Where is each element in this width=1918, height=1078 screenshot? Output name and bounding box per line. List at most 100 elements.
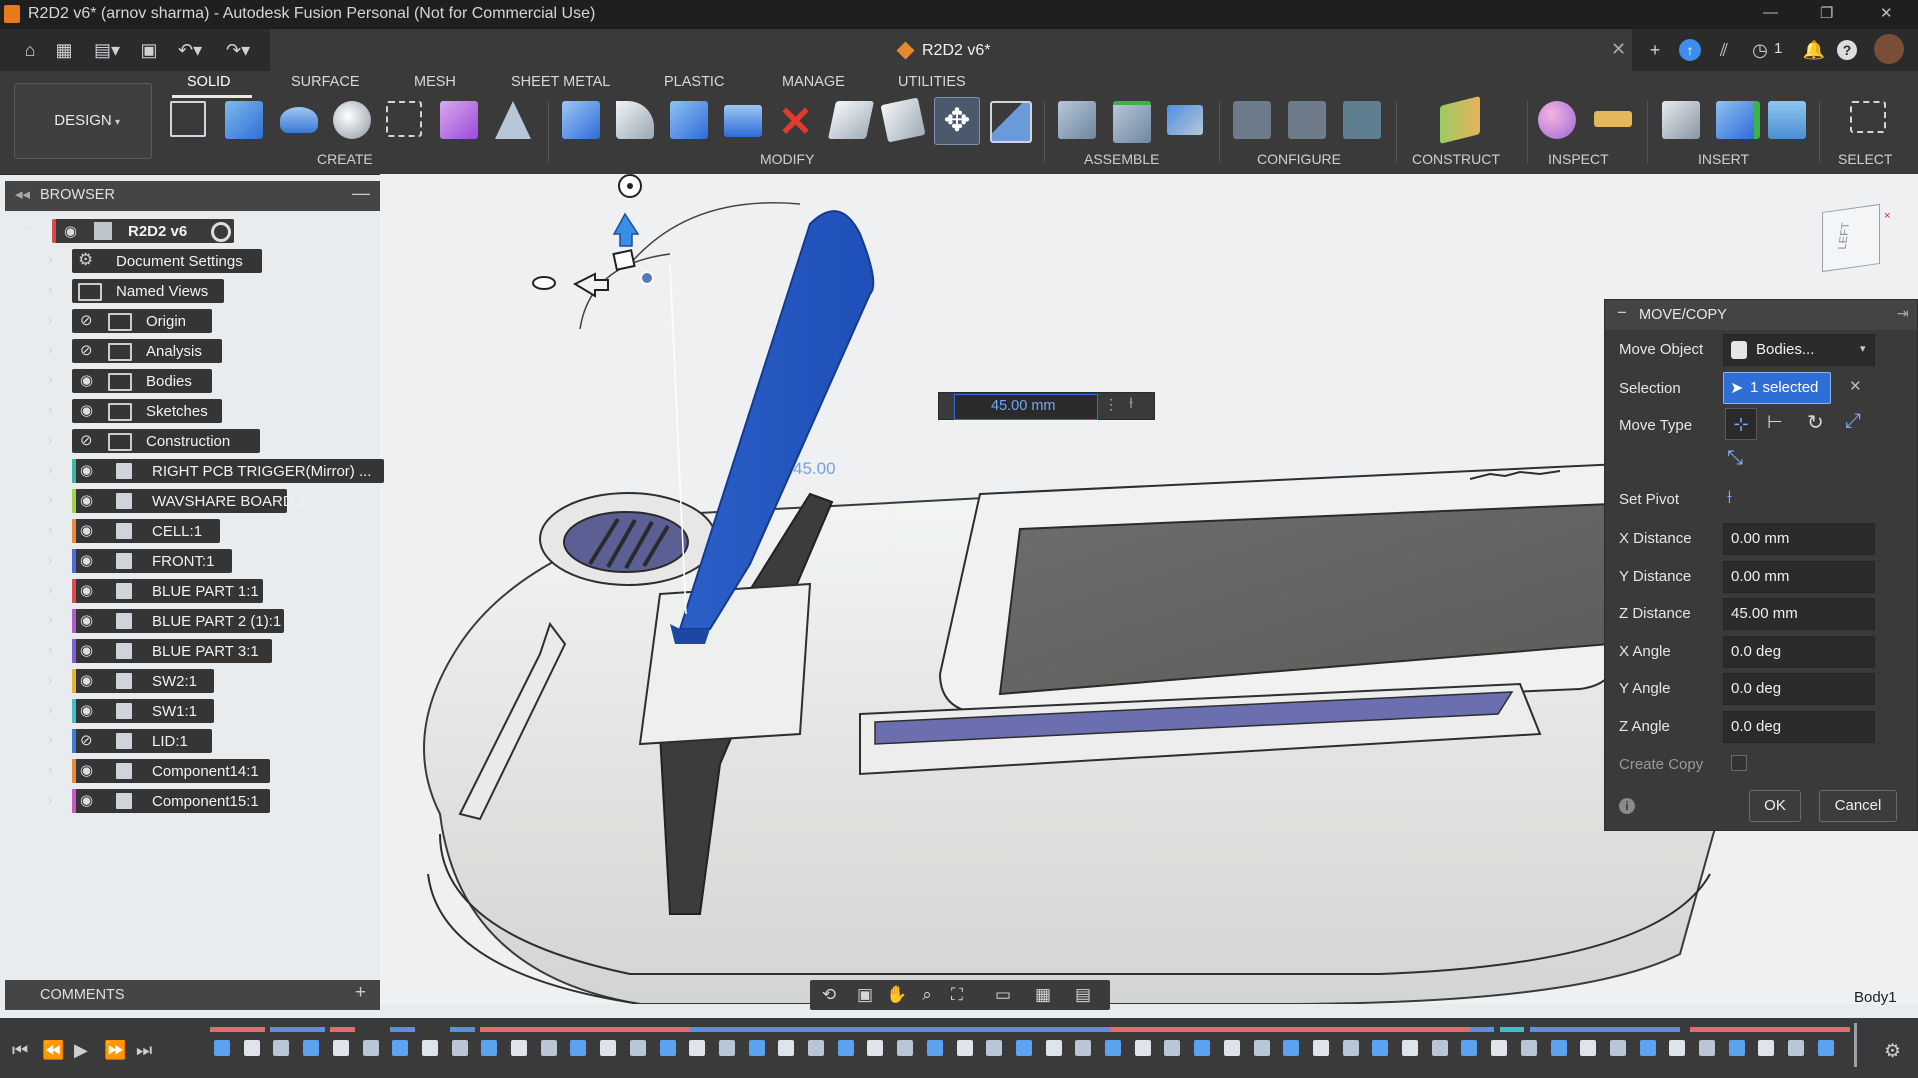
minimize-panel-icon[interactable]: — xyxy=(352,183,370,204)
dialog-field-input[interactable]: 0.0 deg xyxy=(1723,673,1875,705)
eye-icon[interactable]: ◉ xyxy=(80,701,93,719)
chevron-right-icon[interactable]: › xyxy=(48,251,53,267)
chevron-right-icon[interactable]: › xyxy=(48,281,53,297)
eye-icon[interactable]: ◉ xyxy=(80,491,93,509)
browser-tree-row[interactable]: › ◉ SW2:1 xyxy=(0,666,390,696)
timeline-feature-icon[interactable] xyxy=(689,1040,706,1056)
browser-tree-row[interactable]: › ◉ Sketches xyxy=(0,396,390,426)
timeline-feature-icon[interactable] xyxy=(1223,1040,1240,1056)
info-icon[interactable]: i xyxy=(1619,798,1635,814)
translate-icon[interactable]: ⊢ xyxy=(1767,412,1783,433)
browser-tree-row[interactable]: › ◉ BLUE PART 2 (1):1 xyxy=(0,606,390,636)
browser-node[interactable]: ◉ Bodies xyxy=(72,369,212,393)
data-panel-grid-icon[interactable]: ▦ xyxy=(52,38,76,62)
timeline-feature-icon[interactable] xyxy=(1283,1040,1300,1056)
comments-panel[interactable]: COMMENTS + xyxy=(5,980,380,1010)
tab-surface[interactable]: SURFACE xyxy=(291,74,360,90)
browser-tree-row[interactable]: › ⊘ Origin xyxy=(0,306,390,336)
timeline-feature-icon[interactable] xyxy=(1342,1040,1359,1056)
timeline-feature-icon[interactable] xyxy=(926,1040,943,1056)
eye-icon[interactable]: ◉ xyxy=(80,401,93,419)
eye-icon[interactable]: ◉ xyxy=(80,461,93,479)
split-body-icon[interactable] xyxy=(880,97,926,143)
ok-button[interactable]: OK xyxy=(1749,790,1801,822)
help-icon[interactable]: ? xyxy=(1837,40,1857,60)
assemble-menu[interactable]: ASSEMBLE xyxy=(1084,151,1159,167)
browser-tree-row[interactable]: › Named Views xyxy=(0,276,390,306)
eye-icon[interactable]: ◉ xyxy=(80,611,93,629)
timeline-feature-icon[interactable] xyxy=(214,1040,230,1056)
timeline-feature-icon[interactable] xyxy=(1609,1040,1626,1056)
move-copy-icon[interactable]: ✥ xyxy=(934,97,980,145)
clear-selection-icon[interactable]: ✕ xyxy=(1849,377,1862,395)
eye-icon[interactable]: ◉ xyxy=(80,521,93,539)
create-copy-checkbox[interactable] xyxy=(1731,755,1747,771)
timeline-feature-icon[interactable] xyxy=(1075,1040,1092,1056)
dialog-field-input[interactable]: 0.0 deg xyxy=(1723,635,1875,668)
browser-node[interactable]: ◉ FRONT:1 xyxy=(72,549,232,573)
fillet-icon[interactable] xyxy=(616,101,654,139)
chevron-right-icon[interactable]: › xyxy=(48,371,53,387)
dialog-field-input[interactable]: 45.00 mm xyxy=(1723,598,1875,630)
tab-utilities[interactable]: UTILITIES xyxy=(898,74,966,90)
eye-icon[interactable]: ◉ xyxy=(80,641,93,659)
browser-tree-row[interactable]: › ◉ CELL:1 xyxy=(0,516,390,546)
split-face-icon[interactable] xyxy=(827,101,875,139)
timeline-feature-icon[interactable] xyxy=(1639,1040,1656,1056)
timeline-feature-icon[interactable] xyxy=(1431,1040,1448,1056)
new-tab-plus-icon[interactable]: + xyxy=(1643,38,1667,62)
document-tab[interactable]: R2D2 v6* ✕ xyxy=(270,29,1632,71)
measure-icon[interactable] xyxy=(1594,111,1632,127)
browser-node[interactable]: Named Views xyxy=(72,279,224,303)
browser-tree-row[interactable]: › ◉ BLUE PART 3:1 xyxy=(0,636,390,666)
timeline-feature-icon[interactable] xyxy=(1164,1040,1181,1056)
dialog-field-input[interactable]: 0.0 deg xyxy=(1723,710,1875,743)
browser-tree-row[interactable]: › ◉ WAVSHARE BOARD:1 xyxy=(0,486,390,516)
timeline-feature-icon[interactable] xyxy=(243,1040,260,1056)
look-at-icon[interactable]: ▣ xyxy=(854,984,876,1006)
pattern-icon[interactable] xyxy=(386,101,422,137)
grid-snaps-icon[interactable]: ▦ xyxy=(1032,984,1054,1006)
insert-mesh-icon[interactable] xyxy=(1716,101,1760,139)
root-node[interactable]: ◉ R2D2 v6 xyxy=(52,219,234,243)
new-component-icon[interactable] xyxy=(1058,101,1096,139)
orbit-icon[interactable]: ⟲ xyxy=(818,984,840,1006)
timeline-feature-icon[interactable] xyxy=(600,1040,617,1056)
chevron-right-icon[interactable]: › xyxy=(48,611,53,627)
chevron-right-icon[interactable]: › xyxy=(48,401,53,417)
timeline-feature-icon[interactable] xyxy=(1580,1040,1597,1056)
browser-node[interactable]: ◉ BLUE PART 1:1 xyxy=(72,579,263,603)
delete-x-icon[interactable]: ✕ xyxy=(778,97,813,146)
timeline-feature-icon[interactable] xyxy=(718,1040,735,1056)
timeline-feature-icon[interactable] xyxy=(570,1040,587,1056)
timeline-feature-icon[interactable] xyxy=(451,1040,468,1056)
close-window-button[interactable]: ✕ xyxy=(1880,4,1893,22)
chevron-right-icon[interactable]: › xyxy=(48,641,53,657)
expand-dialog-icon[interactable]: ⇥ xyxy=(1897,305,1909,322)
pivot-icon[interactable]: ⟊ xyxy=(1129,395,1133,413)
timeline-feature-icon[interactable] xyxy=(956,1040,973,1056)
move-object-dropdown[interactable]: Bodies... ▾ xyxy=(1723,334,1875,366)
chevron-right-icon[interactable]: › xyxy=(48,341,53,357)
timeline-feature-icon[interactable] xyxy=(1699,1040,1715,1056)
timeline-feature-icon[interactable] xyxy=(1669,1040,1686,1056)
timeline-feature-icon[interactable] xyxy=(867,1040,884,1056)
select-menu[interactable]: SELECT xyxy=(1838,151,1892,167)
zoom-icon[interactable]: ⌕ xyxy=(916,984,938,1006)
browser-node[interactable]: ◉ SW2:1 xyxy=(72,669,214,693)
browser-tree-row[interactable]: › ◉ SW1:1 xyxy=(0,696,390,726)
timeline-feature-icon[interactable] xyxy=(1015,1040,1032,1056)
modify-menu[interactable]: MODIFY xyxy=(760,151,814,167)
eye-hidden-icon[interactable]: ⊘ xyxy=(80,431,93,449)
rotate-icon[interactable]: ↻ xyxy=(1807,410,1824,435)
timeline-feature-icon[interactable] xyxy=(481,1040,498,1056)
inspect-menu[interactable]: INSPECT xyxy=(1548,151,1609,167)
browser-node[interactable]: ◉ RIGHT PCB TRIGGER(Mirror) ... xyxy=(72,459,384,483)
browser-root-row[interactable]: › ◉ R2D2 v6 xyxy=(0,216,390,246)
browser-node[interactable]: ⊘ Construction xyxy=(72,429,260,453)
notifications-bell-icon[interactable]: 🔔 xyxy=(1802,38,1826,62)
timeline-feature-icon[interactable] xyxy=(1788,1040,1805,1056)
timeline-prev-icon[interactable]: ⏪ xyxy=(42,1040,64,1061)
history-clock-icon[interactable]: ◷ xyxy=(1748,38,1772,62)
collapse-dialog-icon[interactable]: − xyxy=(1617,303,1627,323)
